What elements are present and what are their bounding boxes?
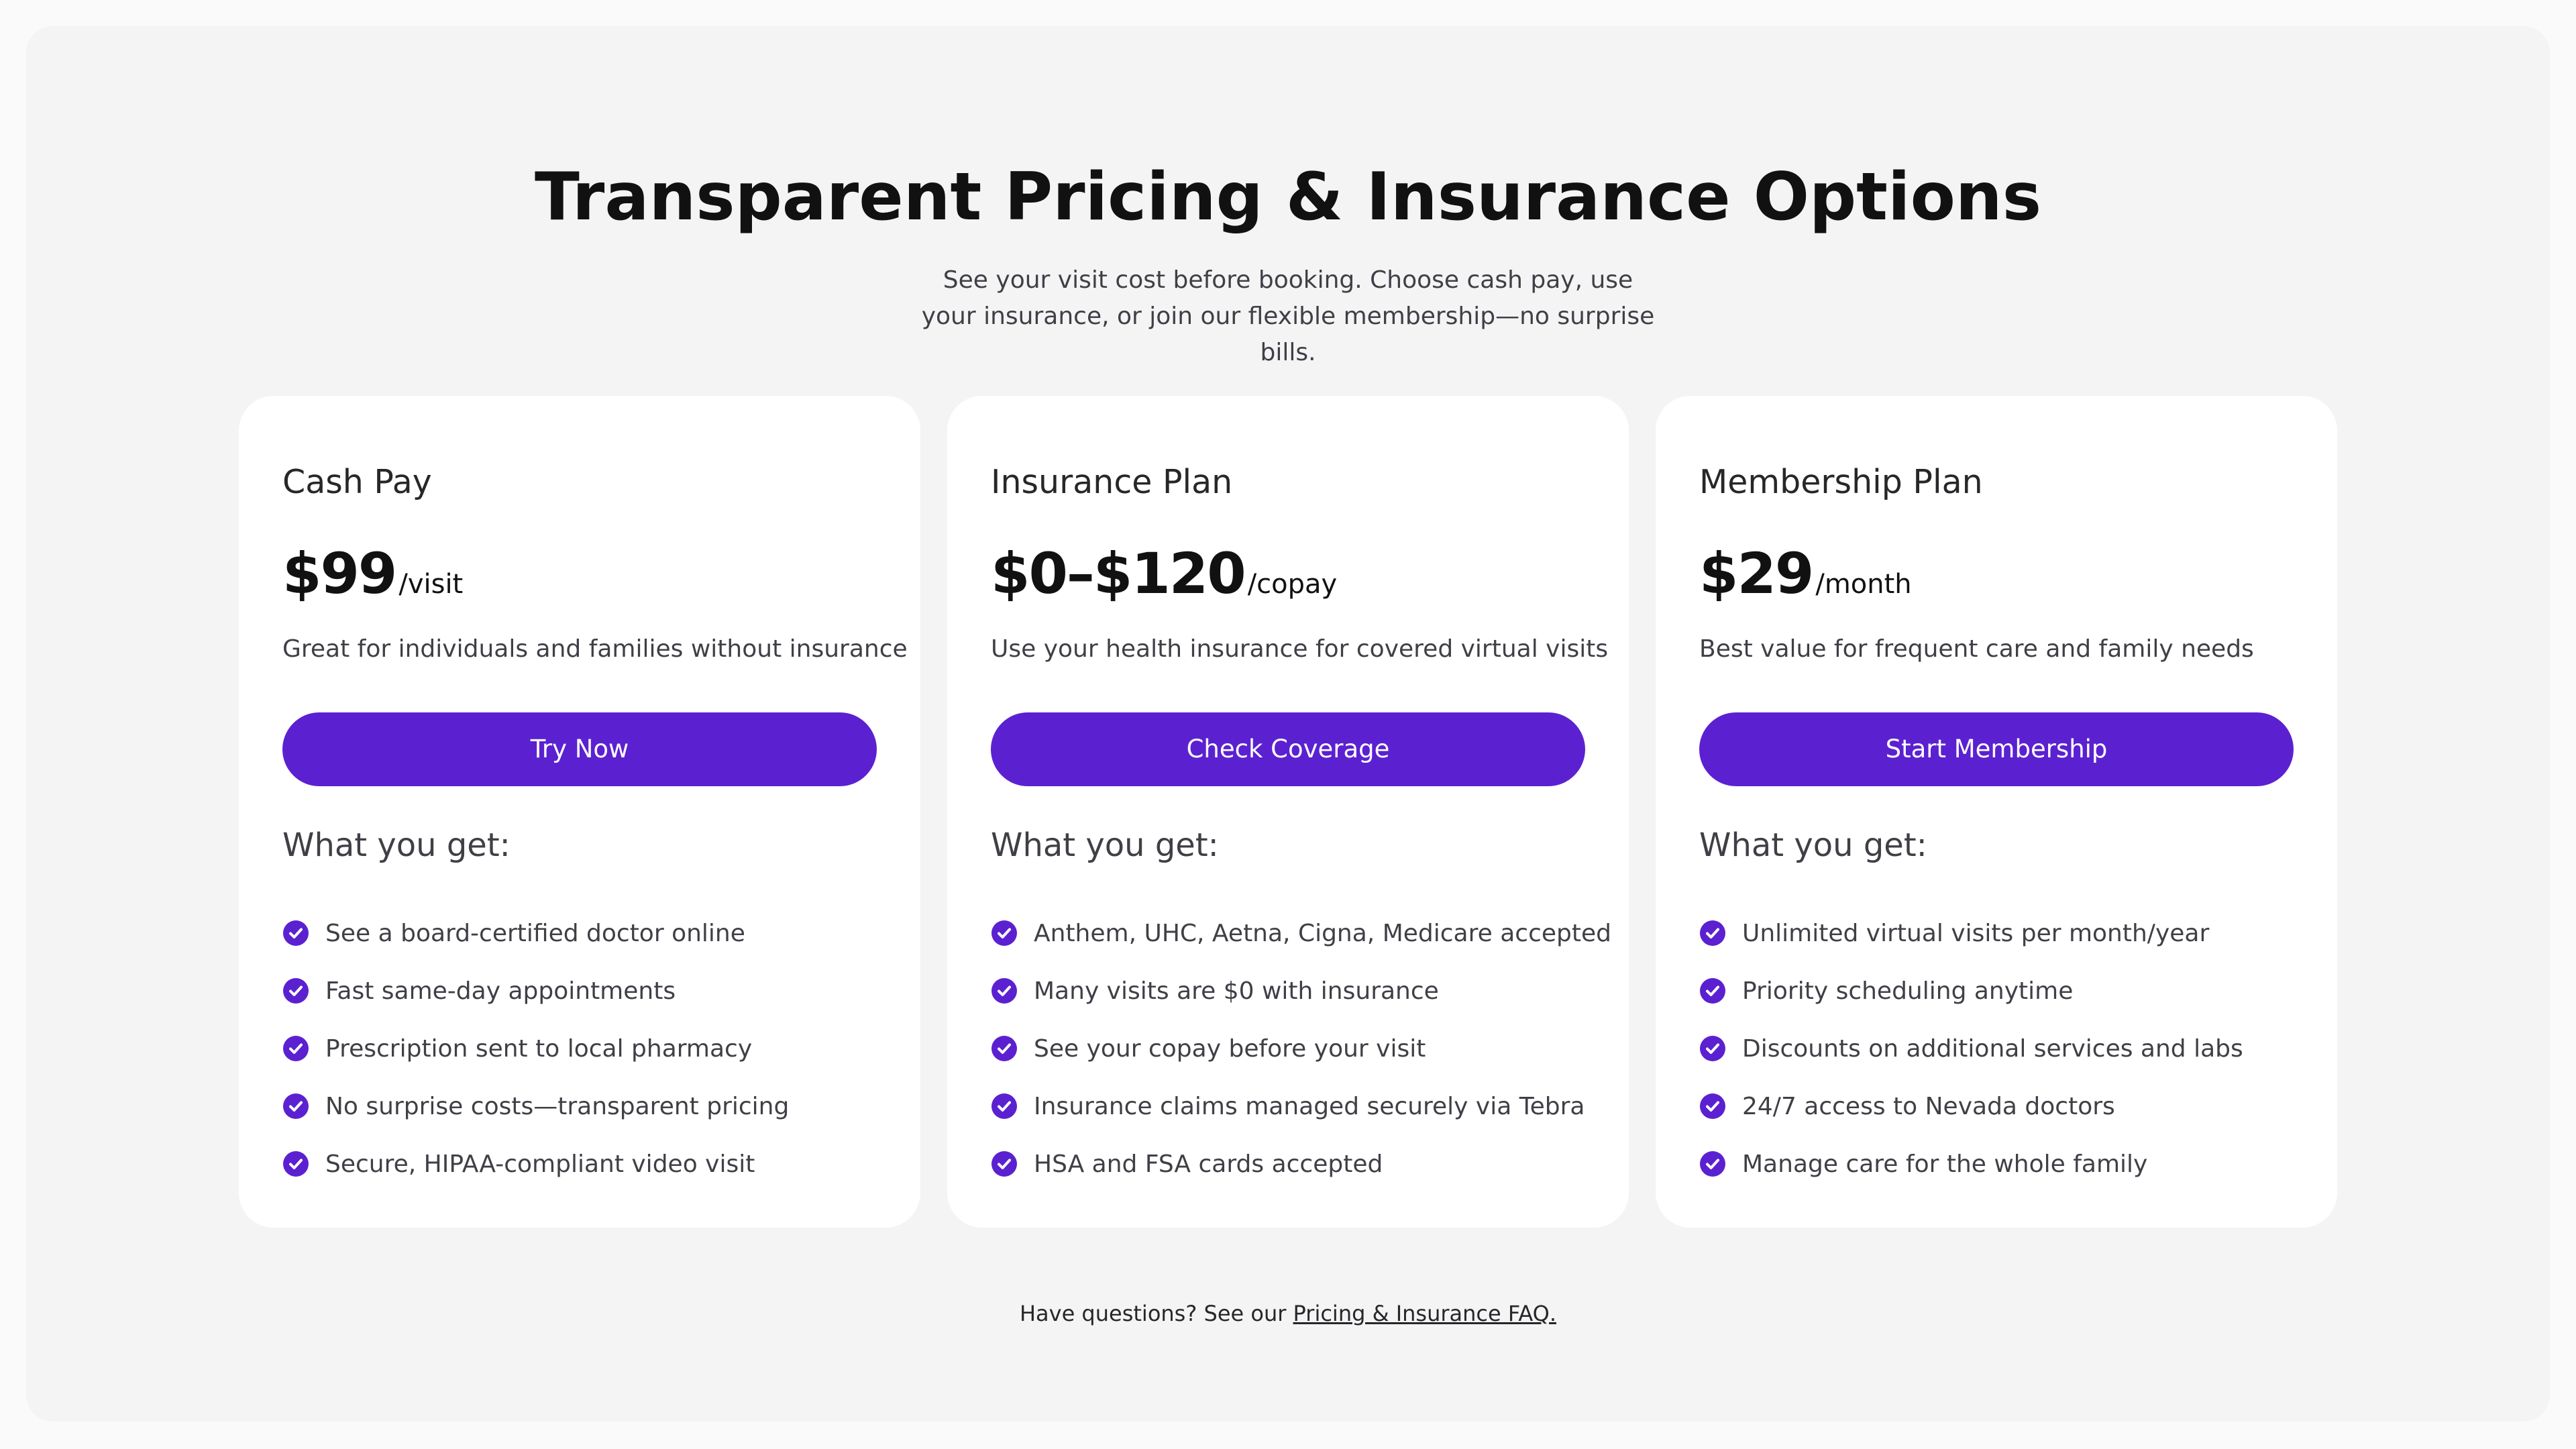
price-row: $99 /visit [282,537,463,610]
feature-item: Secure, HIPAA-compliant video visit [282,1135,789,1193]
check-circle-icon [1700,1036,1725,1061]
price-row: $29 /month [1699,537,1912,610]
check-circle-icon [283,978,309,1004]
plan-description: Use your health insurance for covered vi… [991,635,1609,663]
price-row: $0–$120 /copay [991,537,1337,610]
plan-card-membership: Membership Plan $29 /month Best value fo… [1656,396,2337,1228]
feature-item: See your copay before your visit [991,1020,1611,1077]
pricing-section: Transparent Pricing & Insurance Options … [26,26,2550,1421]
plan-name: Insurance Plan [991,463,1233,501]
plan-card-insurance: Insurance Plan $0–$120 /copay Use your h… [947,396,1629,1228]
feature-item: Anthem, UHC, Aetna, Cigna, Medicare acce… [991,904,1611,962]
feature-text: Fast same-day appointments [325,977,676,1005]
feature-text: Unlimited virtual visits per month/year [1742,919,2210,947]
feature-item: HSA and FSA cards accepted [991,1135,1611,1193]
feature-item: Unlimited virtual visits per month/year [1699,904,2243,962]
plan-description: Great for individuals and families witho… [282,635,908,663]
feature-text: Discounts on additional services and lab… [1742,1034,2243,1063]
feature-item: Priority scheduling anytime [1699,962,2243,1020]
features-heading: What you get: [991,826,1219,864]
page-subtitle: See your visit cost before booking. Choo… [921,266,1655,366]
footer-note: Have questions? See our Pricing & Insura… [26,1298,2550,1329]
feature-text: Anthem, UHC, Aetna, Cigna, Medicare acce… [1034,919,1611,947]
features-heading: What you get: [1699,826,1927,864]
plan-card-cash-pay: Cash Pay $99 /visit Great for individual… [239,396,920,1228]
feature-item: No surprise costs—transparent pricing [282,1077,789,1135]
check-circle-icon [1700,978,1725,1004]
check-circle-icon [1700,920,1725,946]
check-circle-icon [283,1093,309,1119]
feature-item: Insurance claims managed securely via Te… [991,1077,1611,1135]
feature-item: Fast same-day appointments [282,962,789,1020]
plan-price-unit: /month [1815,569,1912,600]
feature-text: Priority scheduling anytime [1742,977,2074,1005]
features-list: Unlimited virtual visits per month/year … [1699,904,2243,1193]
plan-name: Cash Pay [282,463,432,501]
feature-text: Secure, HIPAA-compliant video visit [325,1150,755,1178]
feature-text: See a board-certified doctor online [325,919,745,947]
check-circle-icon [991,1151,1017,1177]
feature-text: HSA and FSA cards accepted [1034,1150,1383,1178]
plan-description: Best value for frequent care and family … [1699,635,2254,663]
feature-text: Insurance claims managed securely via Te… [1034,1092,1585,1120]
feature-item: See a board-certified doctor online [282,904,789,962]
feature-text: 24/7 access to Nevada doctors [1742,1092,2115,1120]
check-circle-icon [1700,1093,1725,1119]
plan-name: Membership Plan [1699,463,1983,501]
check-coverage-button[interactable]: Check Coverage [991,712,1585,786]
feature-item: Discounts on additional services and lab… [1699,1020,2243,1077]
try-now-button[interactable]: Try Now [282,712,877,786]
feature-text: Many visits are $0 with insurance [1034,977,1439,1005]
plan-price: $29 [1699,541,1814,606]
check-circle-icon [283,920,309,946]
plan-price: $99 [282,541,397,606]
start-membership-button[interactable]: Start Membership [1699,712,2294,786]
check-circle-icon [1700,1151,1725,1177]
pricing-faq-link[interactable]: Pricing & Insurance FAQ. [1293,1301,1556,1326]
feature-text: Prescription sent to local pharmacy [325,1034,753,1063]
features-list: See a board-certified doctor online Fast… [282,904,789,1193]
features-heading: What you get: [282,826,511,864]
features-list: Anthem, UHC, Aetna, Cigna, Medicare acce… [991,904,1611,1193]
feature-item: 24/7 access to Nevada doctors [1699,1077,2243,1135]
plan-price-unit: /visit [398,569,464,600]
feature-text: No surprise costs—transparent pricing [325,1092,790,1120]
page-title: Transparent Pricing & Insurance Options [534,159,2042,235]
plan-price-unit: /copay [1247,569,1338,600]
plan-price: $0–$120 [991,541,1246,606]
feature-item: Many visits are $0 with insurance [991,962,1611,1020]
feature-item: Prescription sent to local pharmacy [282,1020,789,1077]
check-circle-icon [283,1036,309,1061]
feature-text: Manage care for the whole family [1742,1150,2148,1178]
check-circle-icon [283,1151,309,1177]
check-circle-icon [991,978,1017,1004]
feature-item: Manage care for the whole family [1699,1135,2243,1193]
footer-prefix: Have questions? See our [1019,1301,1287,1326]
check-circle-icon [991,920,1017,946]
feature-text: See your copay before your visit [1034,1034,1426,1063]
check-circle-icon [991,1093,1017,1119]
check-circle-icon [991,1036,1017,1061]
